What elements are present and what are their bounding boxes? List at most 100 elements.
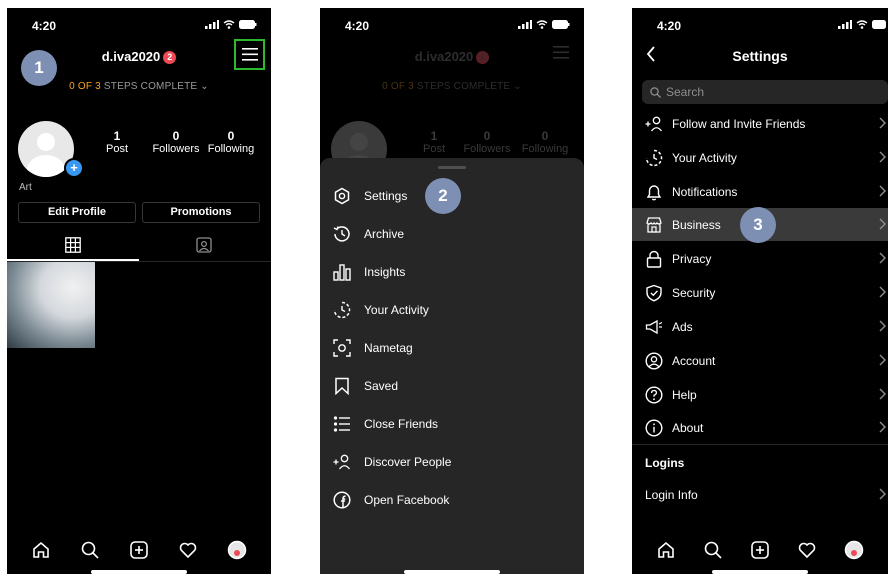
- menu-item-insights[interactable]: Insights: [332, 260, 405, 284]
- settings-row-security[interactable]: Security: [632, 276, 888, 309]
- home-indicator[interactable]: [712, 570, 808, 574]
- active-tab-indicator: [7, 259, 139, 261]
- sheet-grabber[interactable]: [438, 166, 466, 169]
- menu-item-settings[interactable]: Settings: [332, 184, 407, 208]
- settings-row-privacy[interactable]: Privacy: [632, 242, 888, 275]
- facebook-icon: [332, 490, 352, 510]
- new-post-icon[interactable]: [129, 540, 149, 560]
- edit-profile-button[interactable]: Edit Profile: [18, 202, 136, 223]
- tagged-icon[interactable]: [196, 237, 212, 258]
- step-badge-2: 2: [425, 178, 461, 214]
- dim-stat-posts-label: Post: [422, 143, 445, 155]
- menu-item-close-friends-label: Close Friends: [364, 417, 439, 431]
- stat-following[interactable]: 0 Following: [206, 129, 256, 155]
- status-time: 4:20: [345, 19, 370, 33]
- hamburger-menu-button[interactable]: [234, 39, 265, 70]
- steps-count: 0 OF 3: [69, 81, 101, 92]
- chevron-right-icon: [879, 421, 886, 433]
- wifi-icon: [536, 20, 548, 29]
- home-icon[interactable]: [31, 540, 51, 560]
- heart-icon[interactable]: [797, 540, 817, 560]
- profile-bio: Art: [19, 182, 32, 193]
- signal-icon: [838, 20, 852, 29]
- settings-row-login-info-label: Login Info: [645, 487, 698, 502]
- menu-item-open-facebook[interactable]: Open Facebook: [332, 488, 449, 512]
- profile-avatar-icon[interactable]: [844, 540, 864, 560]
- menu-item-saved[interactable]: Saved: [332, 374, 398, 398]
- menu-bottom-sheet: Settings 2 Archive Insights Your Activit…: [320, 158, 584, 574]
- promotions-button[interactable]: Promotions: [142, 202, 260, 223]
- search-icon[interactable]: [703, 540, 723, 560]
- hamburger-icon: [241, 48, 258, 61]
- status-bar: 4:20: [320, 8, 584, 42]
- menu-item-close-friends[interactable]: Close Friends: [332, 412, 438, 436]
- stat-followers[interactable]: 0 Followers: [151, 129, 201, 155]
- dim-steps: 0 OF 3 STEPS COMPLETE ⌄: [320, 81, 584, 92]
- settings-row-account[interactable]: Account: [632, 344, 888, 377]
- username-text: d.iva2020: [101, 49, 161, 64]
- profile-avatar-icon[interactable]: [227, 540, 247, 560]
- notification-badge[interactable]: 2: [163, 51, 177, 64]
- status-icons: [838, 20, 886, 29]
- search-placeholder: Search: [666, 85, 705, 99]
- add-person-icon: [645, 115, 663, 133]
- settings-row-help-label: Help: [672, 387, 697, 402]
- insights-icon: [332, 262, 352, 282]
- account-icon: [645, 351, 663, 370]
- settings-row-your-activity[interactable]: Your Activity: [632, 141, 888, 174]
- settings-row-follow-invite[interactable]: Follow and Invite Friends: [632, 107, 888, 140]
- profile-username: d.iva2020 2: [7, 49, 271, 64]
- dim-steps-count: 0 OF 3: [382, 81, 414, 92]
- step-badge-3: 3: [740, 207, 776, 243]
- chevron-right-icon: [879, 151, 886, 163]
- settings-row-help[interactable]: Help: [632, 378, 888, 411]
- add-person-icon: [332, 452, 352, 472]
- heart-icon[interactable]: [178, 540, 198, 560]
- steps-label: STEPS COMPLETE: [103, 81, 198, 92]
- archive-icon: [332, 224, 352, 244]
- battery-icon: [552, 20, 570, 29]
- battery-icon: [239, 20, 257, 29]
- chevron-right-icon: [879, 320, 886, 332]
- menu-item-your-activity[interactable]: Your Activity: [332, 298, 429, 322]
- settings-row-notifications[interactable]: Notifications: [632, 175, 888, 208]
- post-thumbnail[interactable]: [7, 262, 95, 348]
- menu-item-discover-people-label: Discover People: [364, 455, 452, 469]
- new-post-icon[interactable]: [750, 540, 770, 560]
- grid-icon[interactable]: [65, 237, 81, 258]
- bookmark-icon: [332, 376, 352, 396]
- dim-stat-following-value: 0: [541, 129, 549, 143]
- steps-progress[interactable]: 0 OF 3 STEPS COMPLETE ⌄: [7, 81, 271, 92]
- chevron-right-icon: [879, 185, 886, 197]
- menu-item-archive[interactable]: Archive: [332, 222, 404, 246]
- dim-chevron-icon: ⌄: [513, 81, 522, 92]
- chevron-right-icon: [879, 354, 886, 366]
- settings-row-your-activity-label: Your Activity: [672, 150, 737, 165]
- status-bar: 4:20: [7, 8, 271, 42]
- settings-row-login-info[interactable]: Login Info: [632, 478, 888, 511]
- home-indicator[interactable]: [91, 570, 187, 574]
- stat-posts[interactable]: 1 Post: [103, 129, 131, 155]
- status-icons: [518, 20, 570, 29]
- settings-row-about[interactable]: About: [632, 411, 888, 444]
- settings-row-ads[interactable]: Ads: [632, 310, 888, 343]
- home-indicator[interactable]: [404, 570, 500, 574]
- close-friends-icon: [332, 414, 352, 434]
- logins-section-header: Logins: [645, 456, 685, 470]
- activity-icon: [332, 300, 352, 320]
- bottom-nav: [632, 526, 888, 574]
- settings-row-notifications-label: Notifications: [672, 184, 738, 199]
- status-icons: [205, 20, 257, 29]
- home-icon[interactable]: [656, 540, 676, 560]
- dim-username-text: d.iva2020: [414, 49, 474, 64]
- dim-username: d.iva2020 2: [320, 49, 584, 64]
- search-icon: [650, 86, 661, 98]
- add-story-icon[interactable]: +: [64, 158, 84, 178]
- search-icon[interactable]: [80, 540, 100, 560]
- settings-row-about-label: About: [672, 420, 704, 435]
- battery-icon: [872, 20, 886, 29]
- menu-item-discover-people[interactable]: Discover People: [332, 450, 451, 474]
- search-field[interactable]: Search: [642, 80, 888, 104]
- menu-item-nametag[interactable]: Nametag: [332, 336, 413, 360]
- stat-posts-value: 1: [113, 129, 121, 143]
